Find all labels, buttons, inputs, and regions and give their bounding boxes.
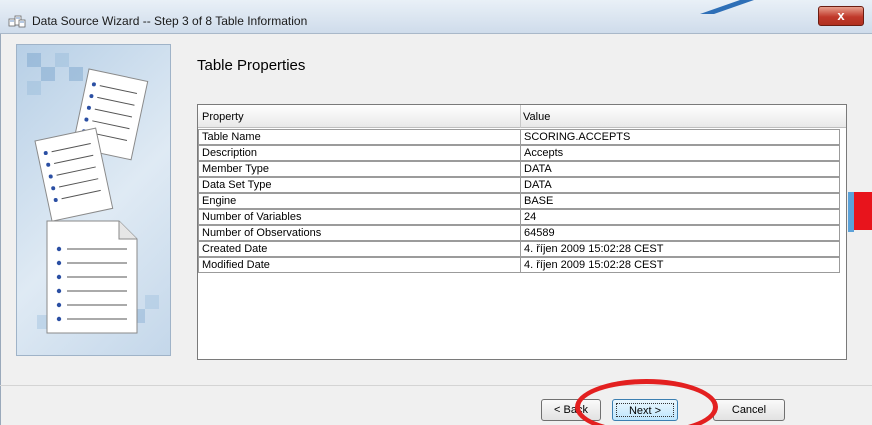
red-annotation-mark: [854, 192, 872, 230]
table-row[interactable]: Number of Observations 64589: [198, 225, 846, 241]
value-cell: Accepts: [520, 145, 840, 161]
property-cell: Number of Variables: [198, 209, 521, 225]
value-cell: DATA: [520, 161, 840, 177]
table-row[interactable]: Number of Variables 24: [198, 209, 846, 225]
blue-arrow-annotation: [700, 0, 754, 14]
column-header-value[interactable]: Value: [523, 111, 550, 123]
property-cell: Modified Date: [198, 257, 521, 273]
column-divider[interactable]: [520, 105, 521, 128]
table-row[interactable]: Data Set Type DATA: [198, 177, 846, 193]
value-cell: 64589: [520, 225, 840, 241]
property-cell: Created Date: [198, 241, 521, 257]
button-bar-separator: [0, 385, 872, 386]
table-row[interactable]: Member Type DATA: [198, 161, 846, 177]
property-cell: Data Set Type: [198, 177, 521, 193]
title-bar: Data Source Wizard -- Step 3 of 8 Table …: [0, 0, 872, 34]
documents-illustration: [27, 53, 159, 334]
value-cell: 24: [520, 209, 840, 225]
value-cell: SCORING.ACCEPTS: [520, 129, 840, 145]
property-cell: Engine: [198, 193, 521, 209]
property-cell: Table Name: [198, 129, 521, 145]
table-row[interactable]: Engine BASE: [198, 193, 846, 209]
value-cell: BASE: [520, 193, 840, 209]
wizard-app-icon: [8, 15, 26, 28]
window-title: Data Source Wizard -- Step 3 of 8 Table …: [32, 14, 308, 28]
column-header-property[interactable]: Property: [202, 111, 244, 123]
value-cell: 4. říjen 2009 15:02:28 CEST: [520, 241, 840, 257]
properties-table[interactable]: Property Value Table Name SCORING.ACCEPT…: [197, 104, 847, 360]
cancel-button[interactable]: Cancel: [713, 399, 785, 421]
wizard-illustration: [16, 44, 171, 356]
value-cell: DATA: [520, 177, 840, 193]
table-row[interactable]: Created Date 4. říjen 2009 15:02:28 CEST: [198, 241, 846, 257]
value-cell: 4. říjen 2009 15:02:28 CEST: [520, 257, 840, 273]
close-button[interactable]: x: [818, 6, 864, 26]
page-title: Table Properties: [197, 57, 306, 74]
table-row[interactable]: Table Name SCORING.ACCEPTS: [198, 129, 846, 145]
property-cell: Member Type: [198, 161, 521, 177]
table-row[interactable]: Modified Date 4. říjen 2009 15:02:28 CES…: [198, 257, 846, 273]
table-row[interactable]: Description Accepts: [198, 145, 846, 161]
property-cell: Description: [198, 145, 521, 161]
property-cell: Number of Observations: [198, 225, 521, 241]
table-header: Property Value: [198, 105, 846, 128]
